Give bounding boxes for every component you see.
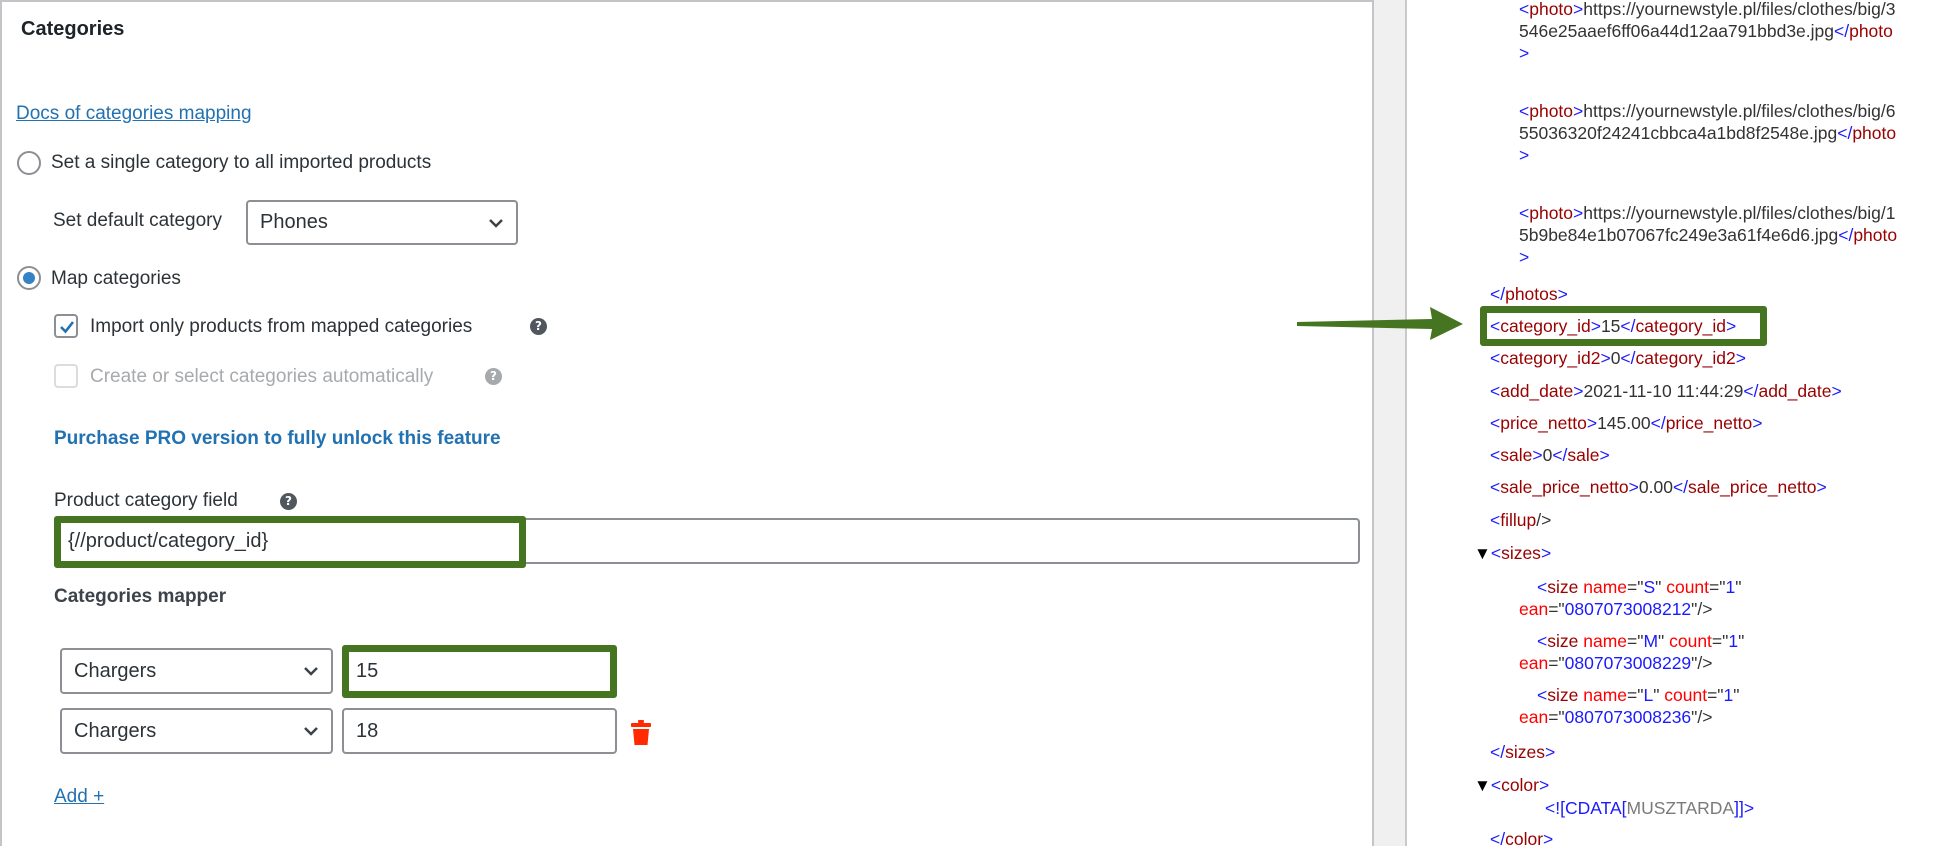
arrow-annotation: [1297, 307, 1463, 340]
checkbox-create-categories-auto[interactable]: [54, 364, 78, 388]
default-category-select[interactable]: Phones: [246, 200, 518, 245]
default-category-label: Set default category: [53, 210, 222, 231]
checkbox-import-mapped-only-label: Import only products from mapped categor…: [90, 316, 473, 337]
xml-color-close: </color>: [1490, 829, 1554, 846]
default-category-value: Phones: [260, 211, 328, 233]
xml-photo: <photo>https://yournewstyle.pl/files/clo…: [1519, 203, 1898, 267]
mapper-value-input[interactable]: 18: [342, 708, 617, 754]
mapper-category-select[interactable]: Chargers: [60, 648, 333, 694]
xml-photos-close: </photos>: [1490, 284, 1568, 304]
xml-element: <price_netto>145.00</price_netto>: [1490, 413, 1763, 433]
mapper-value-input[interactable]: 15: [342, 648, 617, 694]
mapper-category-select[interactable]: Chargers: [60, 708, 333, 754]
xml-element: <category_id>15</category_id>: [1490, 316, 1737, 336]
checkmark-icon: [60, 321, 75, 334]
radio-single-category[interactable]: [17, 151, 41, 175]
mapper-category-value: Chargers: [74, 719, 157, 742]
xml-element: <category_id2>0</category_id2>: [1490, 348, 1746, 368]
product-category-field-label: Product category field: [54, 490, 238, 511]
purchase-pro-notice[interactable]: Purchase PRO version to fully unlock thi…: [54, 428, 501, 450]
xml-sizes-close: </sizes>: [1490, 742, 1556, 762]
xml-photo: <photo>https://yournewstyle.pl/files/clo…: [1519, 101, 1897, 165]
categories-panel: Categories Docs of categories mapping Se…: [0, 0, 1374, 846]
help-icon[interactable]: ?: [280, 493, 297, 510]
chevron-down-icon: [304, 727, 318, 736]
panel-divider: [1374, 0, 1407, 846]
xml-size: <size name="M" count="1" ean="0807073008…: [1519, 631, 1745, 673]
section-title: Categories: [21, 18, 125, 40]
xml-element: <sale_price_netto>0.00</sale_price_netto…: [1490, 477, 1827, 497]
checkbox-import-mapped-only[interactable]: [54, 314, 78, 338]
xml-viewer: <photo>https://yournewstyle.pl/files/clo…: [1409, 0, 1951, 846]
xml-color-cdata: <![CDATA[MUSZTARDA]]>: [1545, 798, 1755, 818]
xml-size: <size name="L" count="1" ean="0807073008…: [1519, 685, 1740, 727]
expand-triangle-icon[interactable]: ▼: [1474, 776, 1491, 795]
mapper-value: 15: [356, 659, 379, 682]
xml-fillup: <fillup/>: [1490, 510, 1552, 530]
product-category-field-value: {//product/category_id}: [68, 529, 269, 552]
docs-link[interactable]: Docs of categories mapping: [16, 103, 252, 125]
checkbox-create-categories-auto-label: Create or select categories automaticall…: [90, 366, 434, 387]
product-category-field-input[interactable]: {//product/category_id}: [54, 518, 1360, 564]
chevron-down-icon: [304, 667, 318, 676]
categories-mapper-heading: Categories mapper: [54, 586, 227, 607]
radio-map-categories[interactable]: [17, 266, 41, 290]
mapper-category-value: Chargers: [74, 659, 157, 682]
radio-single-category-label: Set a single category to all imported pr…: [51, 152, 432, 173]
radio-map-categories-label: Map categories: [51, 268, 181, 289]
xml-color-open[interactable]: ▼<color>: [1474, 774, 1549, 797]
trash-icon[interactable]: [631, 720, 651, 746]
xml-size: <size name="S" count="1" ean="0807073008…: [1519, 577, 1742, 619]
mapper-value: 18: [356, 719, 379, 742]
expand-triangle-icon[interactable]: ▼: [1474, 544, 1491, 563]
xml-element: <sale>0</sale>: [1490, 445, 1610, 465]
xml-photo: <photo>https://yournewstyle.pl/files/clo…: [1519, 0, 1896, 63]
xml-sizes-open[interactable]: ▼<sizes>: [1474, 542, 1551, 565]
help-icon[interactable]: ?: [485, 368, 502, 385]
chevron-down-icon: [489, 218, 503, 228]
help-icon[interactable]: ?: [530, 318, 547, 335]
xml-element: <add_date>2021-11-10 11:44:29</add_date>: [1490, 381, 1842, 401]
add-mapping-link[interactable]: Add +: [54, 786, 104, 808]
